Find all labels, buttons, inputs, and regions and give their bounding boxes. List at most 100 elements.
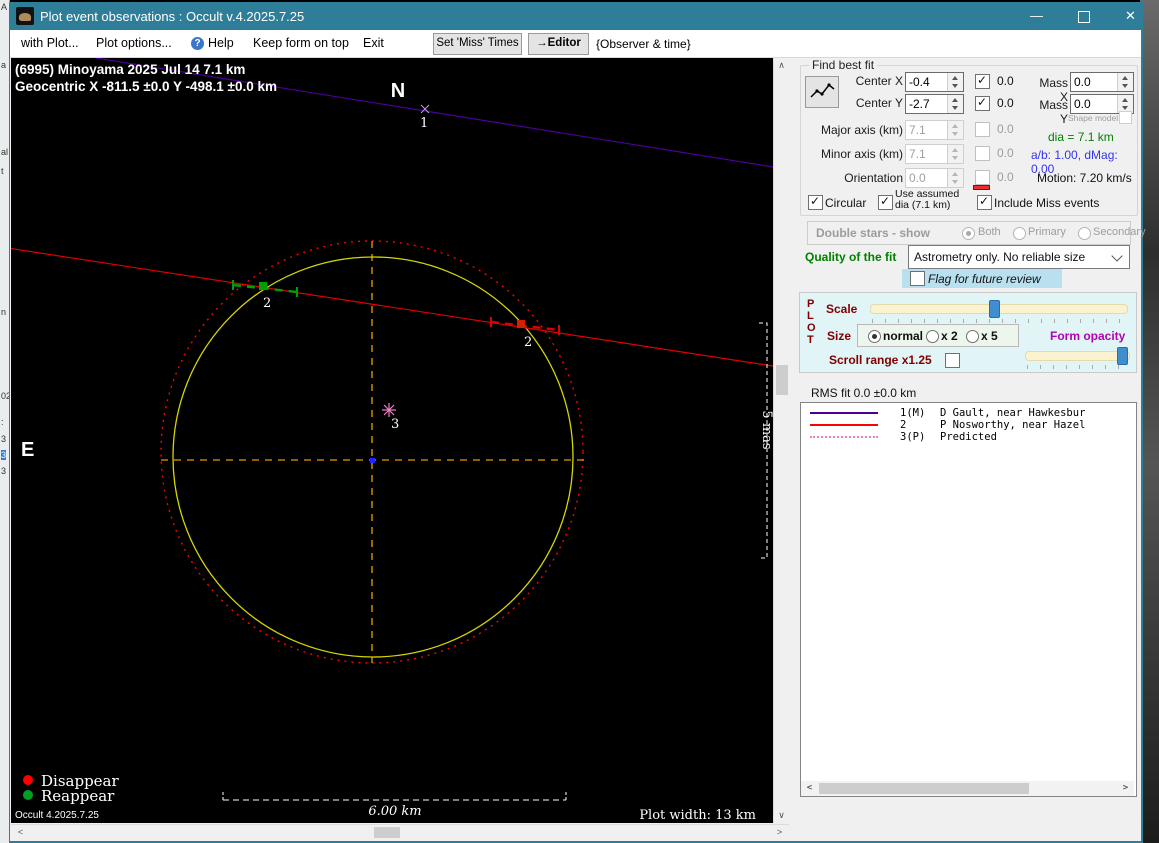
window-title: Plot event observations : Occult v.4.202… — [40, 9, 305, 24]
minor-axis-spinner — [947, 145, 963, 163]
reappear-legend-dot — [23, 790, 33, 800]
minor-axis-sigma: 0.0 — [997, 146, 1014, 160]
maximize-button[interactable] — [1061, 2, 1106, 30]
include-miss-events-checkbox[interactable] — [977, 194, 992, 210]
menu-keep-form-on-top[interactable]: Keep form on top — [253, 36, 349, 50]
marker2b-label: 2 — [524, 335, 532, 350]
orientation-field: 0.0 — [905, 168, 964, 188]
minor-axis-label: Minor axis (km) — [821, 147, 904, 161]
title-bar[interactable]: Plot event observations : Occult v.4.202… — [10, 2, 1141, 30]
quality-label: Quality of the fit — [805, 250, 897, 264]
menu-exit[interactable]: Exit — [363, 36, 384, 50]
center-x-field[interactable]: -0.4 — [905, 72, 964, 92]
size-x5-radio[interactable] — [966, 330, 979, 343]
list-scroll-thumb[interactable] — [819, 783, 1029, 794]
center-x-label: Center X — [855, 74, 903, 88]
form-opacity-slider[interactable] — [1025, 347, 1130, 365]
circular-checkbox[interactable] — [808, 194, 823, 210]
scale-slider[interactable] — [870, 300, 1128, 318]
form-opacity-slider-thumb[interactable] — [1117, 347, 1128, 365]
double-stars-group: Double stars - show Both Primary Seconda… — [807, 221, 1146, 245]
reappear-point — [259, 282, 267, 290]
list-item[interactable]: 1(M) D Gault, near Hawkesbur — [801, 407, 1136, 419]
plot-vertical-scrollbar[interactable]: ∧ ∨ — [773, 58, 790, 823]
horizontal-scroll-thumb[interactable] — [374, 827, 400, 838]
chevron-down-icon — [1111, 250, 1123, 262]
observer2-number: 2 — [900, 419, 907, 431]
marker1-label: 1 — [420, 116, 428, 131]
list-item[interactable]: 3(P) Predicted — [801, 431, 1136, 443]
vertical-scroll-thumb[interactable] — [776, 365, 788, 395]
center-dot — [370, 458, 375, 463]
size-x2-radio[interactable] — [926, 330, 939, 343]
orientation-label: Orientation — [844, 171, 903, 185]
size-normal-label: normal — [883, 329, 924, 343]
minimize-button[interactable]: — — [1014, 2, 1059, 30]
editor-button[interactable]: →Editor — [528, 33, 589, 55]
size-normal-radio[interactable] — [868, 330, 881, 343]
observer3-name: Predicted — [940, 431, 997, 443]
plot-horizontal-scrollbar[interactable]: < > — [11, 824, 789, 840]
center-x-sigma: 0.0 — [997, 74, 1014, 88]
double-stars-label: Double stars - show — [816, 226, 931, 240]
major-axis-checkbox — [975, 122, 990, 137]
list-scroll-right-icon[interactable]: > — [1118, 781, 1133, 796]
menu-help[interactable]: Help — [208, 36, 234, 50]
minor-axis-field: 7.1 — [905, 144, 964, 164]
scale-bar-label: 6.00 km — [368, 804, 421, 819]
observer-list[interactable]: 1(M) D Gault, near Hawkesbur 2 P Noswort… — [800, 402, 1137, 797]
scroll-range-checkbox[interactable] — [945, 353, 960, 368]
list-scroll-left-icon[interactable]: < — [802, 781, 817, 796]
background-text-fragment: 3 — [1, 466, 7, 476]
shape-model-checkbox[interactable] — [1119, 111, 1132, 124]
fitted-circle — [172, 256, 574, 658]
predicted-asterisk — [382, 403, 396, 417]
center-x-checkbox[interactable] — [975, 73, 990, 89]
plot-controls-panel: PL OT Scale Size normal x 2 x 5 Form opa… — [799, 292, 1137, 373]
plot-canvas[interactable]: 1 2 2 3 5 mas (6995) Minoyama 2025 Jul 1… — [0, 57, 774, 823]
find-best-fit-label: Find best fit — [809, 58, 878, 72]
menu-plot-options[interactable]: Plot options... — [96, 36, 172, 50]
disappear-legend-dot — [23, 775, 33, 785]
use-assumed-dia-checkbox[interactable] — [878, 194, 893, 210]
center-y-label: Center Y — [855, 96, 903, 110]
center-y-spinner[interactable] — [947, 95, 963, 113]
help-icon[interactable]: ? — [191, 37, 204, 50]
chord-observer2 — [0, 246, 774, 367]
fit-chart-button[interactable] — [805, 76, 839, 108]
center-y-field[interactable]: -2.7 — [905, 94, 964, 114]
plot-header-line1: (6995) Minoyama 2025 Jul 14 7.1 km — [15, 62, 245, 77]
background-text-fragment: t — [1, 166, 4, 176]
quality-dropdown[interactable]: Astrometry only. No reliable size — [908, 245, 1130, 269]
major-axis-field: 7.1 — [905, 120, 964, 140]
shape-model-label: Shape model — [1068, 113, 1119, 123]
compass-east-label: E — [21, 439, 34, 461]
list-horizontal-scrollbar[interactable]: < > — [801, 781, 1134, 796]
observer-time-label: {Observer & time} — [596, 37, 691, 51]
center-y-checkbox[interactable] — [975, 95, 990, 111]
motion-text: Motion: 7.20 km/s — [1037, 171, 1132, 185]
set-miss-times-button[interactable]: Set 'Miss' Times — [433, 33, 522, 55]
find-best-fit-group: Find best fit Center X -0.4 0.0 Mass X 0… — [800, 58, 1138, 216]
rms-fit-label: RMS fit 0.0 ±0.0 km — [811, 386, 917, 400]
menu-with-plot[interactable]: with Plot... — [21, 36, 79, 50]
include-miss-events-label: Include Miss events — [994, 196, 1100, 210]
scroll-right-icon[interactable]: > — [772, 825, 787, 840]
app-window: Plot event observations : Occult v.4.202… — [0, 2, 1146, 843]
use-assumed-dia-label: Use assumed dia (7.1 km) — [895, 188, 960, 211]
size-x5-label: x 5 — [981, 329, 998, 343]
plot-header-line2: Geocentric X -811.5 ±0.0 Y -498.1 ±0.0 k… — [15, 79, 277, 94]
double-stars-both-radio — [962, 227, 975, 240]
size-radio-group: normal x 2 x 5 — [857, 324, 1019, 347]
scroll-left-icon[interactable]: < — [13, 825, 28, 840]
close-button[interactable]: ✕ — [1108, 2, 1153, 30]
flag-review-checkbox[interactable] — [910, 271, 925, 286]
circular-label: Circular — [825, 196, 867, 210]
mass-x-spinner[interactable] — [1117, 73, 1133, 91]
scroll-up-icon[interactable]: ∧ — [774, 58, 789, 73]
mass-x-field[interactable]: 0.0 — [1070, 72, 1134, 92]
center-x-spinner[interactable] — [947, 73, 963, 91]
list-item[interactable]: 2 P Nosworthy, near Hazel — [801, 419, 1136, 431]
scale-slider-thumb[interactable] — [989, 300, 1000, 318]
scroll-down-icon[interactable]: ∨ — [774, 808, 789, 823]
